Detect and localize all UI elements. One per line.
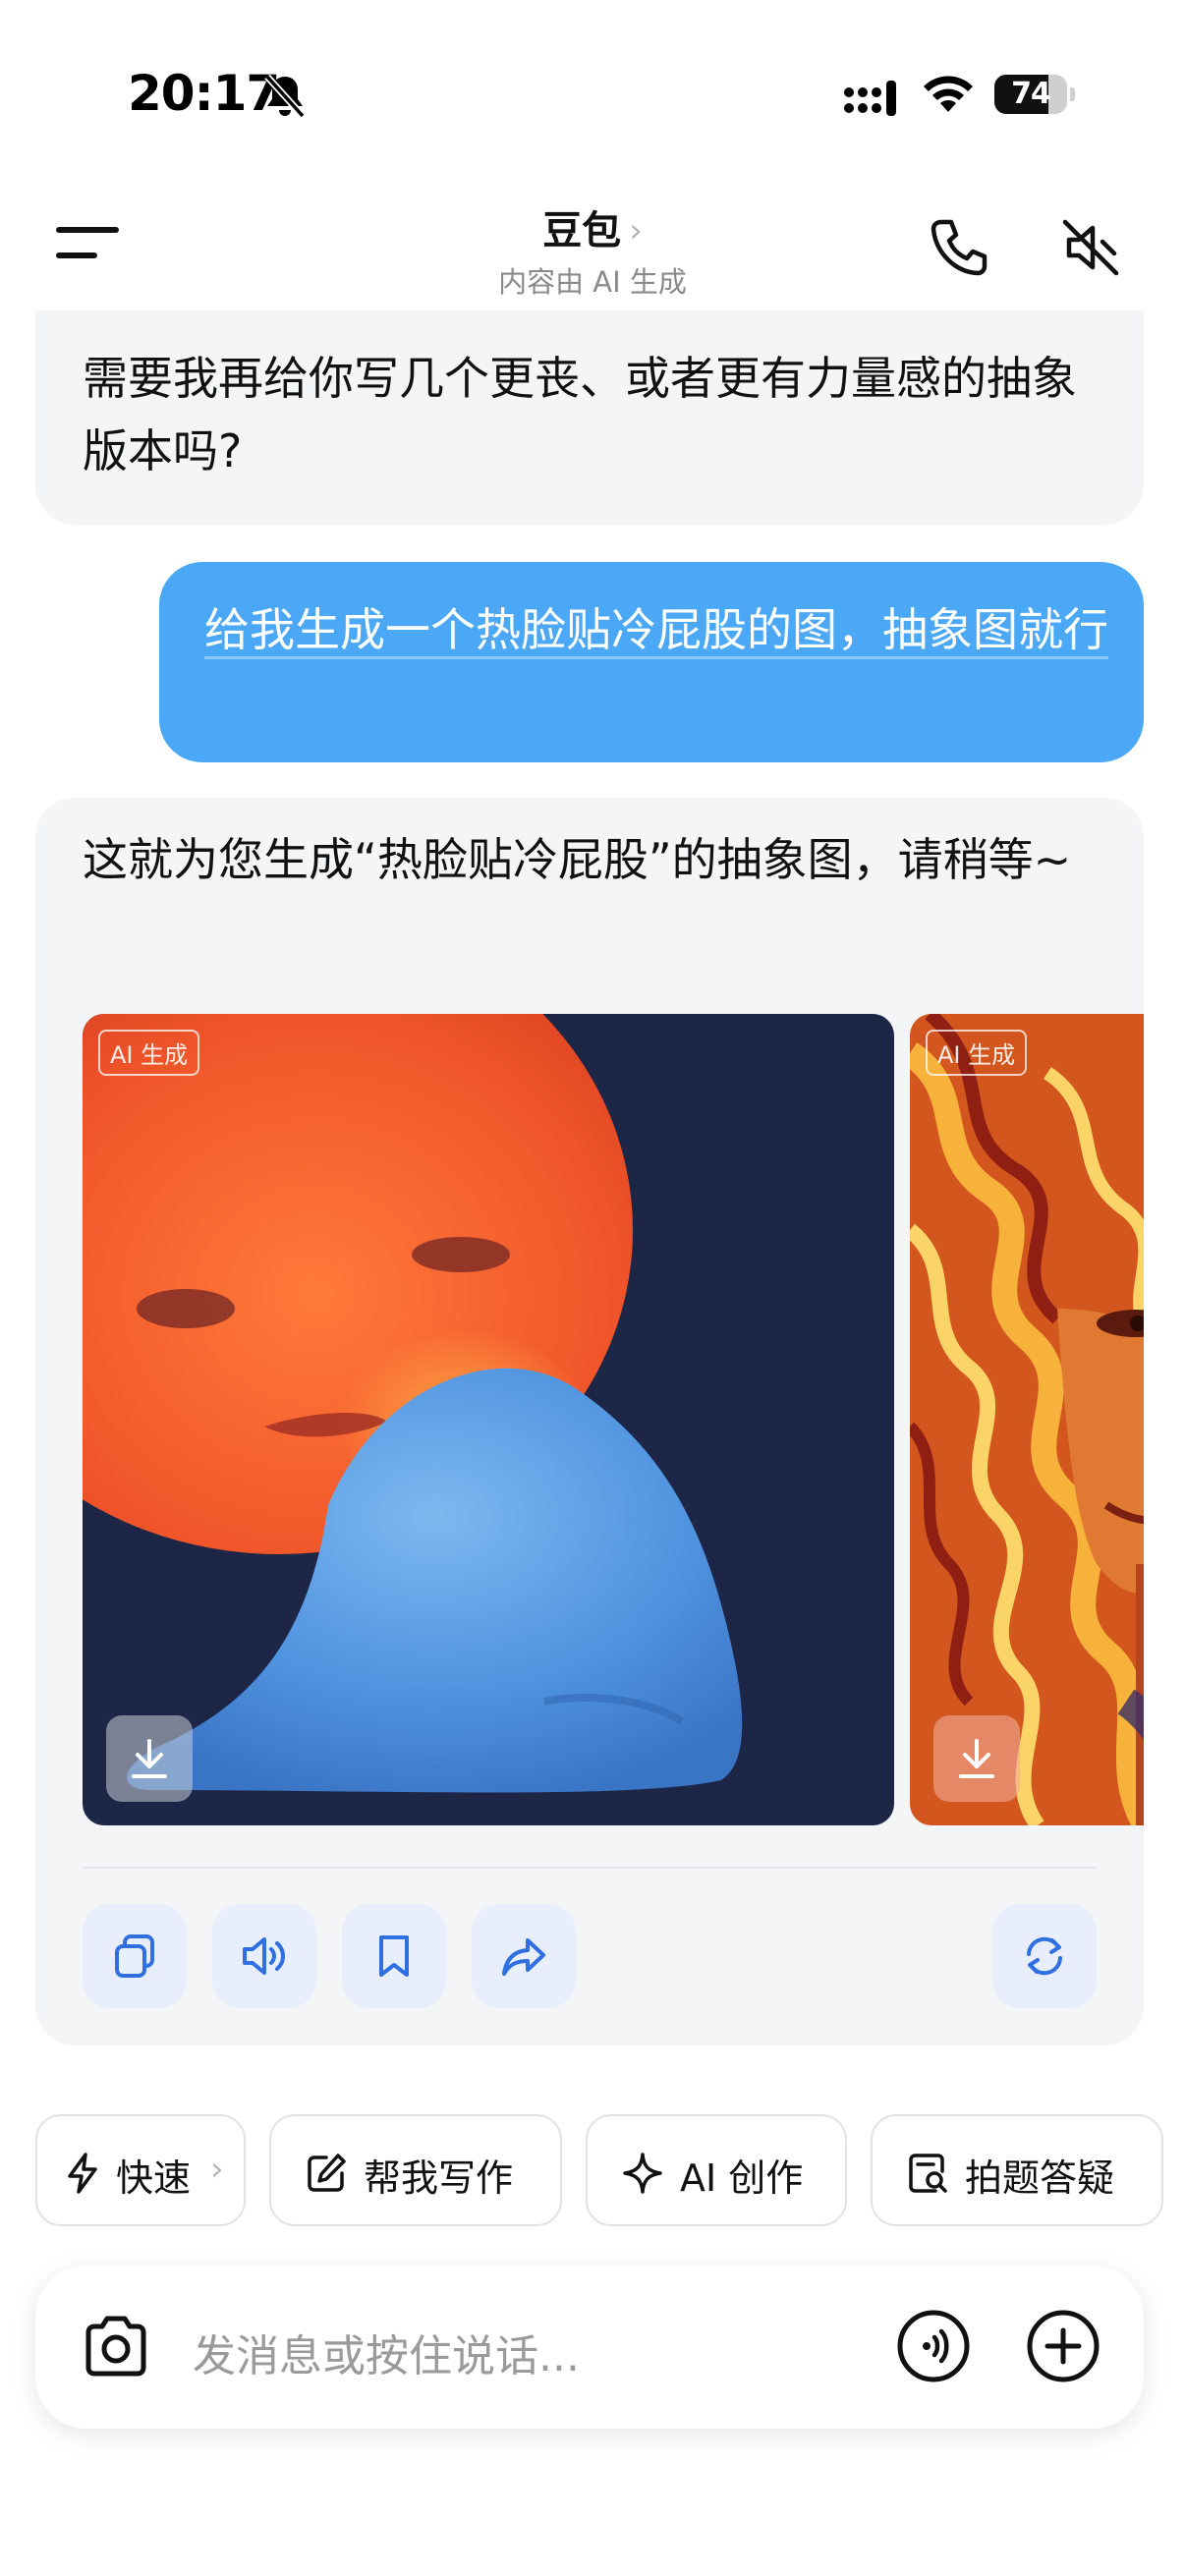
assistant-message: 需要我再给你写几个更丧、或者更有力量感的抽象版本吗? (35, 310, 1144, 525)
message-input[interactable]: 发消息或按住说话... (193, 2321, 580, 2383)
read-aloud-button[interactable] (212, 1904, 316, 2008)
cellular-signal-icon (843, 79, 904, 118)
status-time: 20:17 (128, 65, 280, 122)
suggestion-chips: 快速 › 帮我写作 AI 创作 拍题答疑 (0, 2114, 1185, 2226)
battery-icon: 74 (994, 75, 1075, 114)
phone-icon[interactable] (928, 216, 990, 279)
bot-title-button[interactable]: 豆包 › (0, 198, 1185, 255)
chip-help-write[interactable]: 帮我写作 (269, 2114, 562, 2226)
chip-ai-create[interactable]: AI 创作 (586, 2114, 847, 2226)
voice-call-icon[interactable] (896, 2309, 971, 2383)
speaker-icon (243, 1937, 285, 1975)
download-icon (959, 1739, 994, 1778)
speaker-mute-icon[interactable] (1059, 216, 1122, 279)
bookmark-button[interactable] (342, 1904, 446, 2008)
regenerate-icon (1027, 1936, 1062, 1976)
edit-icon (308, 2154, 346, 2192)
generated-image-carousel[interactable]: AI 生成 AI 生成 (83, 1014, 1144, 1825)
chip-label: AI 创作 (680, 2156, 804, 2200)
message-text: 给我生成一个热脸贴冷屁股的图，抽象图就行 (204, 603, 1108, 659)
bookmark-icon (379, 1935, 409, 1977)
bot-name: 豆包 (542, 208, 622, 253)
plus-icon[interactable] (1026, 2309, 1100, 2383)
download-button[interactable] (933, 1715, 1020, 1802)
assistant-message-with-images: 这就为您生成“热脸贴冷屁股”的抽象图，请稍等~ AI 生成 AI 生成 (35, 798, 1144, 2045)
chat-scroll-area[interactable]: 需要我再给你写几个更丧、或者更有力量感的抽象版本吗? 给我生成一个热脸贴冷屁股的… (0, 310, 1185, 2049)
user-message[interactable]: 给我生成一个热脸贴冷屁股的图，抽象图就行 (159, 562, 1144, 762)
chip-quick-mode[interactable]: 快速 › (35, 2114, 246, 2226)
sparkle-icon (623, 2153, 662, 2194)
message-text: 这就为您生成“热脸贴冷屁股”的抽象图，请稍等~ (83, 833, 1072, 886)
battery-level: 74 (1011, 77, 1051, 111)
ai-generated-tag: AI 生成 (98, 1030, 200, 1076)
copy-button[interactable] (83, 1904, 187, 2008)
ai-generated-tag: AI 生成 (926, 1030, 1028, 1076)
message-input-bar: 发消息或按住说话... (35, 2266, 1144, 2429)
chevron-right-icon: › (210, 2150, 224, 2189)
wifi-icon (921, 73, 976, 116)
chat-header: 豆包 › 内容由 AI 生成 (0, 177, 1185, 314)
share-button[interactable] (472, 1904, 576, 2008)
message-text: 需要我再给你写几个更丧、或者更有力量感的抽象版本吗? (83, 352, 1077, 477)
lightning-icon (68, 2153, 97, 2194)
bell-slash-icon (263, 73, 307, 120)
generated-image[interactable]: AI 生成 (910, 1014, 1144, 1825)
chip-label: 快速 (116, 2156, 192, 2200)
regenerate-button[interactable] (992, 1904, 1097, 2008)
chip-photo-question[interactable]: 拍题答疑 (871, 2114, 1163, 2226)
divider (83, 1867, 1097, 1869)
download-icon (132, 1739, 167, 1778)
chip-label: 帮我写作 (364, 2156, 514, 2200)
share-icon (502, 1938, 545, 1976)
doc-search-icon (909, 2154, 947, 2193)
copy-icon (115, 1934, 154, 1978)
generated-image[interactable]: AI 生成 (83, 1014, 894, 1825)
status-bar: 20:17 74 (0, 0, 1185, 147)
chevron-right-icon: › (629, 211, 643, 251)
download-button[interactable] (106, 1715, 193, 1802)
chip-label: 拍题答疑 (965, 2156, 1115, 2200)
camera-icon[interactable] (81, 2313, 151, 2381)
ai-generated-notice: 内容由 AI 生成 (498, 265, 687, 299)
